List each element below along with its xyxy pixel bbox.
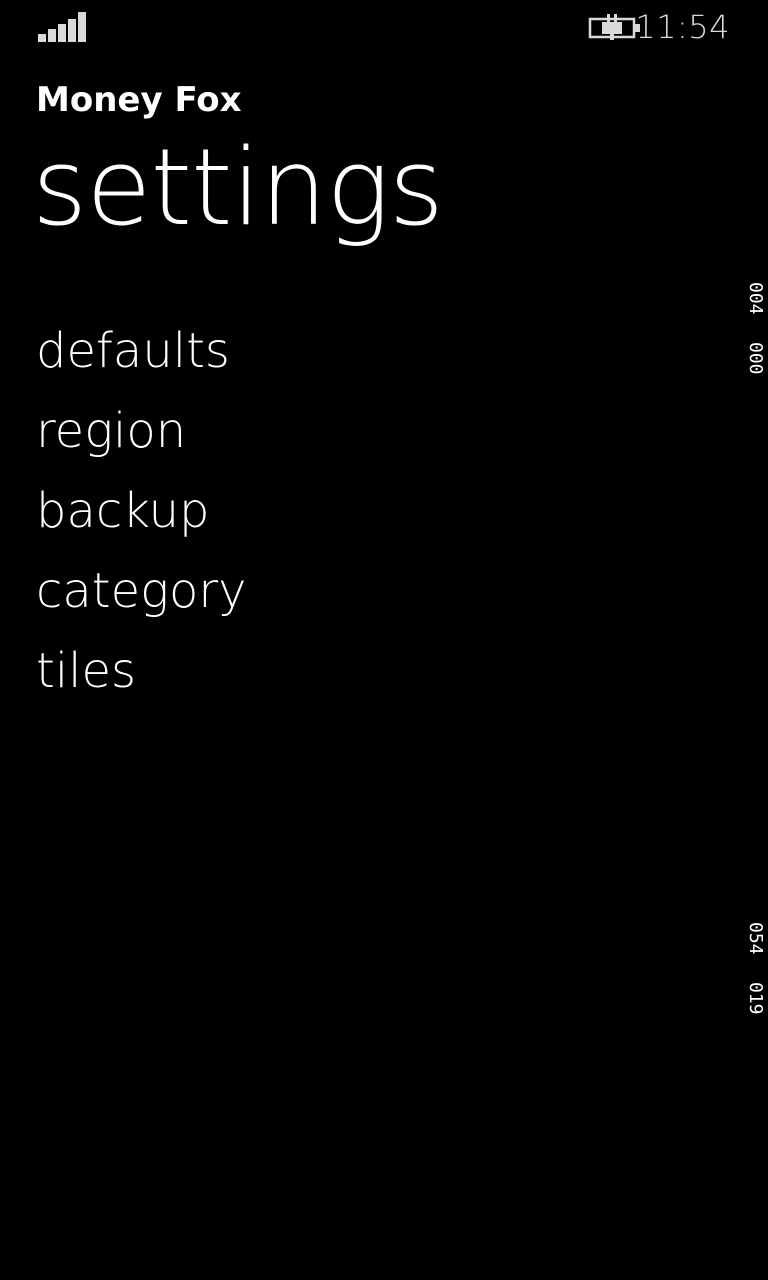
debug-counter: 004 xyxy=(745,282,766,315)
status-bar: 11:54 xyxy=(0,0,768,56)
status-time: 11:54 xyxy=(635,8,730,46)
debug-counter: 019 xyxy=(745,982,766,1015)
menu-item-region[interactable]: region xyxy=(36,398,246,478)
debug-counter: 000 xyxy=(745,342,766,375)
battery-charging-icon xyxy=(588,12,642,42)
menu-item-category[interactable]: category xyxy=(36,558,246,638)
menu-item-backup[interactable]: backup xyxy=(36,478,246,558)
signal-strength-icon xyxy=(38,12,86,42)
app-name: Money Fox xyxy=(36,80,242,120)
menu-item-tiles[interactable]: tiles xyxy=(36,638,246,718)
menu-item-defaults[interactable]: defaults xyxy=(36,318,246,398)
debug-counter: 054 xyxy=(745,922,766,955)
page-title: settings xyxy=(32,126,444,249)
settings-menu: defaults region backup category tiles xyxy=(36,318,246,718)
